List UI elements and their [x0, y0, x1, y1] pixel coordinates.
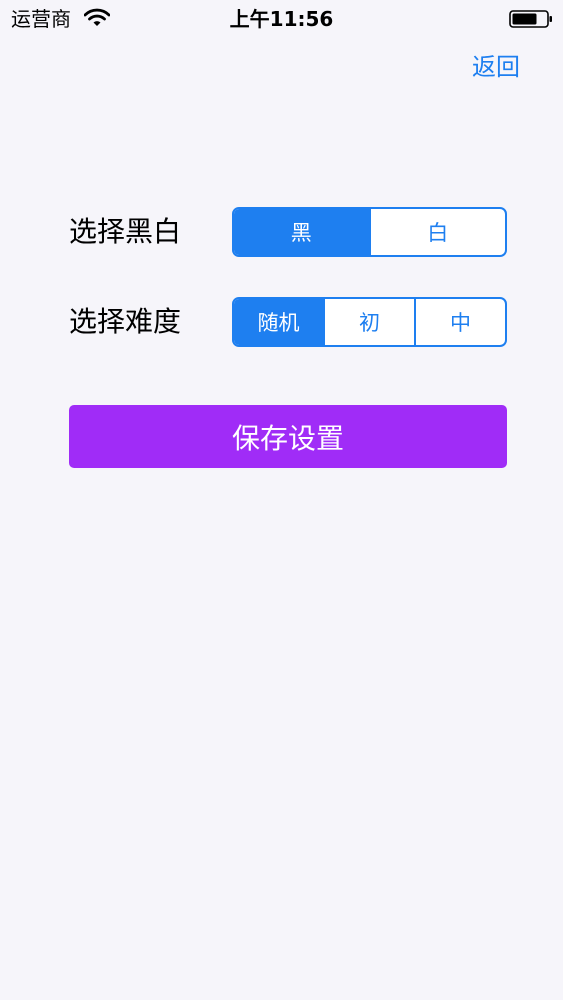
- segment-random[interactable]: 随机: [234, 299, 323, 345]
- segment-white[interactable]: 白: [368, 209, 506, 255]
- status-time: 上午11:56: [229, 7, 334, 31]
- save-settings-button[interactable]: 保存设置: [69, 405, 507, 468]
- status-bar: 运营商 上午11:56: [0, 0, 563, 38]
- difficulty-setting-label: 选择难度: [69, 305, 182, 338]
- difficulty-segmented-control: 随机 初 中: [232, 297, 507, 347]
- color-setting-label: 选择黑白: [69, 215, 182, 248]
- color-segmented-control: 黑 白: [232, 207, 507, 257]
- segment-black[interactable]: 黑: [234, 209, 369, 255]
- segment-intermediate[interactable]: 中: [414, 299, 505, 345]
- battery-icon: [509, 10, 552, 28]
- back-button[interactable]: 返回: [455, 48, 537, 86]
- segment-beginner[interactable]: 初: [323, 299, 414, 345]
